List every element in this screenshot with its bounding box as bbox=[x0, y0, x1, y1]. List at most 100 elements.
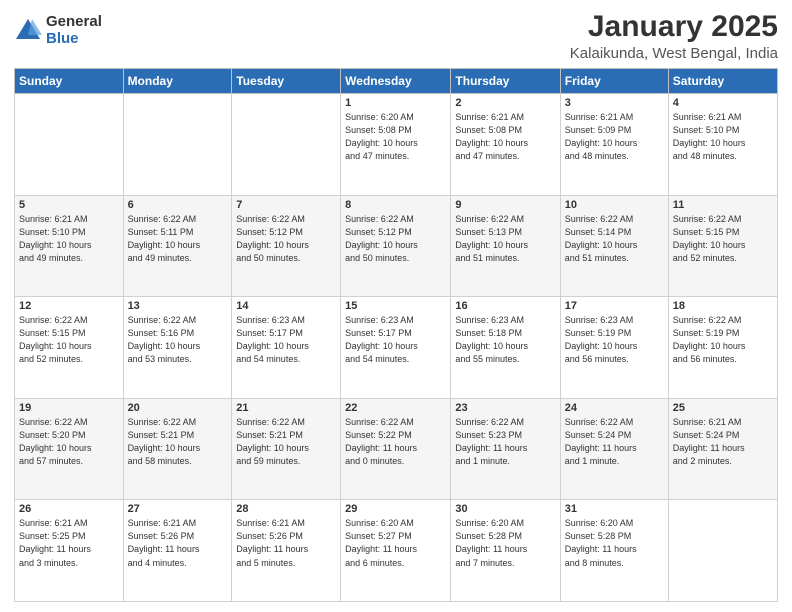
day-info: Sunrise: 6:23 AM Sunset: 5:17 PM Dayligh… bbox=[236, 314, 336, 366]
calendar-cell: 25 Sunrise: 6:21 AM Sunset: 5:24 PM Dayli… bbox=[668, 398, 777, 500]
calendar-cell: 4Sunrise: 6:21 AM Sunset: 5:10 PM Daylig… bbox=[668, 94, 777, 196]
day-info: Sunrise: 6:22 AM Sunset: 5:24 PM Dayligh… bbox=[565, 416, 664, 468]
day-number: 5 bbox=[19, 199, 119, 211]
day-info: Sunrise: 6:22 AM Sunset: 5:21 PM Dayligh… bbox=[236, 416, 336, 468]
calendar-cell bbox=[123, 94, 232, 196]
calendar-cell: 9 Sunrise: 6:22 AM Sunset: 5:13 PM Daylig… bbox=[451, 195, 560, 297]
day-number: 26 bbox=[19, 503, 119, 515]
calendar-cell bbox=[232, 94, 341, 196]
day-number: 30 bbox=[455, 503, 555, 515]
logo-general: General bbox=[46, 14, 102, 31]
calendar-cell: 6Sunrise: 6:22 AM Sunset: 5:11 PM Daylig… bbox=[123, 195, 232, 297]
calendar-cell: 10 Sunrise: 6:22 AM Sunset: 5:14 PM Dayli… bbox=[560, 195, 668, 297]
day-info: Sunrise: 6:21 AM Sunset: 5:26 PM Dayligh… bbox=[236, 517, 336, 569]
day-number: 9 bbox=[455, 199, 555, 211]
logo-blue: Blue bbox=[46, 31, 102, 48]
day-info: Sunrise: 6:21 AM Sunset: 5:26 PM Dayligh… bbox=[128, 517, 228, 569]
calendar-cell: 27 Sunrise: 6:21 AM Sunset: 5:26 PM Dayli… bbox=[123, 500, 232, 602]
day-number: 8 bbox=[345, 199, 446, 211]
weekday-header: Wednesday bbox=[341, 69, 451, 94]
weekday-header: Thursday bbox=[451, 69, 560, 94]
day-info: Sunrise: 6:22 AM Sunset: 5:15 PM Dayligh… bbox=[19, 314, 119, 366]
day-info: Sunrise: 6:23 AM Sunset: 5:19 PM Dayligh… bbox=[565, 314, 664, 366]
day-number: 11 bbox=[673, 199, 773, 211]
day-info: Sunrise: 6:22 AM Sunset: 5:15 PM Dayligh… bbox=[673, 213, 773, 265]
day-number: 17 bbox=[565, 300, 664, 312]
day-number: 1 bbox=[345, 97, 446, 109]
day-info: Sunrise: 6:22 AM Sunset: 5:16 PM Dayligh… bbox=[128, 314, 228, 366]
main-title: January 2025 bbox=[570, 10, 778, 43]
day-number: 14 bbox=[236, 300, 336, 312]
day-number: 28 bbox=[236, 503, 336, 515]
calendar-cell: 24 Sunrise: 6:22 AM Sunset: 5:24 PM Dayli… bbox=[560, 398, 668, 500]
day-info: Sunrise: 6:22 AM Sunset: 5:20 PM Dayligh… bbox=[19, 416, 119, 468]
title-block: January 2025 Kalaikunda, West Bengal, In… bbox=[570, 10, 778, 62]
calendar-cell: 5 Sunrise: 6:21 AM Sunset: 5:10 PM Daylig… bbox=[15, 195, 124, 297]
calendar-week-row: 5 Sunrise: 6:21 AM Sunset: 5:10 PM Daylig… bbox=[15, 195, 778, 297]
day-number: 24 bbox=[565, 402, 664, 414]
day-number: 21 bbox=[236, 402, 336, 414]
calendar-cell: 2Sunrise: 6:21 AM Sunset: 5:08 PM Daylig… bbox=[451, 94, 560, 196]
calendar-week-row: 26 Sunrise: 6:21 AM Sunset: 5:25 PM Dayli… bbox=[15, 500, 778, 602]
day-info: Sunrise: 6:23 AM Sunset: 5:17 PM Dayligh… bbox=[345, 314, 446, 366]
day-info: Sunrise: 6:22 AM Sunset: 5:12 PM Dayligh… bbox=[236, 213, 336, 265]
calendar-table: SundayMondayTuesdayWednesdayThursdayFrid… bbox=[14, 68, 778, 602]
calendar-week-row: 12 Sunrise: 6:22 AM Sunset: 5:15 PM Dayli… bbox=[15, 297, 778, 399]
calendar-cell: 16 Sunrise: 6:23 AM Sunset: 5:18 PM Dayli… bbox=[451, 297, 560, 399]
calendar-cell: 22Sunrise: 6:22 AM Sunset: 5:22 PM Dayli… bbox=[341, 398, 451, 500]
day-number: 20 bbox=[128, 402, 228, 414]
logo-icon bbox=[14, 17, 42, 45]
calendar-cell: 14 Sunrise: 6:23 AM Sunset: 5:17 PM Dayli… bbox=[232, 297, 341, 399]
weekday-header: Friday bbox=[560, 69, 668, 94]
day-number: 16 bbox=[455, 300, 555, 312]
weekday-header: Sunday bbox=[15, 69, 124, 94]
calendar-cell: 3 Sunrise: 6:21 AM Sunset: 5:09 PM Daylig… bbox=[560, 94, 668, 196]
day-number: 15 bbox=[345, 300, 446, 312]
weekday-header: Tuesday bbox=[232, 69, 341, 94]
day-info: Sunrise: 6:20 AM Sunset: 5:08 PM Dayligh… bbox=[345, 111, 446, 163]
day-info: Sunrise: 6:22 AM Sunset: 5:11 PM Dayligh… bbox=[128, 213, 228, 265]
day-info: Sunrise: 6:22 AM Sunset: 5:13 PM Dayligh… bbox=[455, 213, 555, 265]
day-number: 10 bbox=[565, 199, 664, 211]
calendar-week-row: 1 Sunrise: 6:20 AM Sunset: 5:08 PM Daylig… bbox=[15, 94, 778, 196]
calendar-cell: 8 Sunrise: 6:22 AM Sunset: 5:12 PM Daylig… bbox=[341, 195, 451, 297]
day-number: 3 bbox=[565, 97, 664, 109]
day-info: Sunrise: 6:20 AM Sunset: 5:28 PM Dayligh… bbox=[455, 517, 555, 569]
calendar-cell: 23Sunrise: 6:22 AM Sunset: 5:23 PM Dayli… bbox=[451, 398, 560, 500]
day-number: 29 bbox=[345, 503, 446, 515]
day-info: Sunrise: 6:21 AM Sunset: 5:24 PM Dayligh… bbox=[673, 416, 773, 468]
day-info: Sunrise: 6:22 AM Sunset: 5:12 PM Dayligh… bbox=[345, 213, 446, 265]
day-info: Sunrise: 6:20 AM Sunset: 5:27 PM Dayligh… bbox=[345, 517, 446, 569]
day-number: 25 bbox=[673, 402, 773, 414]
day-info: Sunrise: 6:21 AM Sunset: 5:10 PM Dayligh… bbox=[19, 213, 119, 265]
day-number: 27 bbox=[128, 503, 228, 515]
calendar-cell bbox=[15, 94, 124, 196]
day-info: Sunrise: 6:22 AM Sunset: 5:23 PM Dayligh… bbox=[455, 416, 555, 468]
calendar-cell: 15 Sunrise: 6:23 AM Sunset: 5:17 PM Dayli… bbox=[341, 297, 451, 399]
calendar-cell: 29 Sunrise: 6:20 AM Sunset: 5:27 PM Dayli… bbox=[341, 500, 451, 602]
header: General Blue January 2025 Kalaikunda, We… bbox=[14, 10, 778, 62]
calendar-cell bbox=[668, 500, 777, 602]
day-info: Sunrise: 6:21 AM Sunset: 5:10 PM Dayligh… bbox=[673, 111, 773, 163]
calendar-cell: 21 Sunrise: 6:22 AM Sunset: 5:21 PM Dayli… bbox=[232, 398, 341, 500]
subtitle: Kalaikunda, West Bengal, India bbox=[570, 45, 778, 62]
weekday-header: Monday bbox=[123, 69, 232, 94]
calendar-cell: 17 Sunrise: 6:23 AM Sunset: 5:19 PM Dayli… bbox=[560, 297, 668, 399]
day-info: Sunrise: 6:21 AM Sunset: 5:25 PM Dayligh… bbox=[19, 517, 119, 569]
calendar-cell: 28 Sunrise: 6:21 AM Sunset: 5:26 PM Dayli… bbox=[232, 500, 341, 602]
calendar-cell: 11 Sunrise: 6:22 AM Sunset: 5:15 PM Dayli… bbox=[668, 195, 777, 297]
day-info: Sunrise: 6:23 AM Sunset: 5:18 PM Dayligh… bbox=[455, 314, 555, 366]
calendar-cell: 31Sunrise: 6:20 AM Sunset: 5:28 PM Dayli… bbox=[560, 500, 668, 602]
calendar-cell: 1 Sunrise: 6:20 AM Sunset: 5:08 PM Daylig… bbox=[341, 94, 451, 196]
calendar-week-row: 19Sunrise: 6:22 AM Sunset: 5:20 PM Dayli… bbox=[15, 398, 778, 500]
day-info: Sunrise: 6:21 AM Sunset: 5:09 PM Dayligh… bbox=[565, 111, 664, 163]
day-number: 22 bbox=[345, 402, 446, 414]
weekday-header-row: SundayMondayTuesdayWednesdayThursdayFrid… bbox=[15, 69, 778, 94]
calendar-cell: 12 Sunrise: 6:22 AM Sunset: 5:15 PM Dayli… bbox=[15, 297, 124, 399]
day-info: Sunrise: 6:22 AM Sunset: 5:14 PM Dayligh… bbox=[565, 213, 664, 265]
day-info: Sunrise: 6:20 AM Sunset: 5:28 PM Dayligh… bbox=[565, 517, 664, 569]
weekday-header: Saturday bbox=[668, 69, 777, 94]
day-number: 12 bbox=[19, 300, 119, 312]
calendar-cell: 20Sunrise: 6:22 AM Sunset: 5:21 PM Dayli… bbox=[123, 398, 232, 500]
logo: General Blue bbox=[14, 14, 102, 47]
